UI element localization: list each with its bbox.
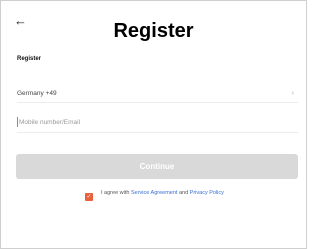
mobile-email-input[interactable] <box>19 118 219 126</box>
agreement-prefix: I agree with <box>101 190 131 196</box>
agreement-text: I agree with Service Agreement and Priva… <box>101 190 224 197</box>
check-icon: ✓ <box>86 194 92 200</box>
account-field-row[interactable] <box>17 112 298 133</box>
agree-checkbox[interactable]: ✓ <box>85 193 93 201</box>
page-title: Register <box>113 20 194 42</box>
text-caret <box>17 117 18 127</box>
continue-button[interactable]: Continue <box>16 154 298 179</box>
agreement-middle: and <box>177 190 190 196</box>
section-title: Register <box>17 56 42 62</box>
privacy-policy-link[interactable]: Privacy Policy <box>190 190 224 196</box>
country-label: Germany +49 <box>17 89 57 97</box>
chevron-right-icon: › <box>291 89 294 97</box>
agreement-row: ✓ I agree with Service Agreement and Pri… <box>85 190 245 201</box>
service-agreement-link[interactable]: Service Agreement <box>131 190 177 196</box>
country-selector[interactable]: Germany +49 › <box>17 84 298 103</box>
